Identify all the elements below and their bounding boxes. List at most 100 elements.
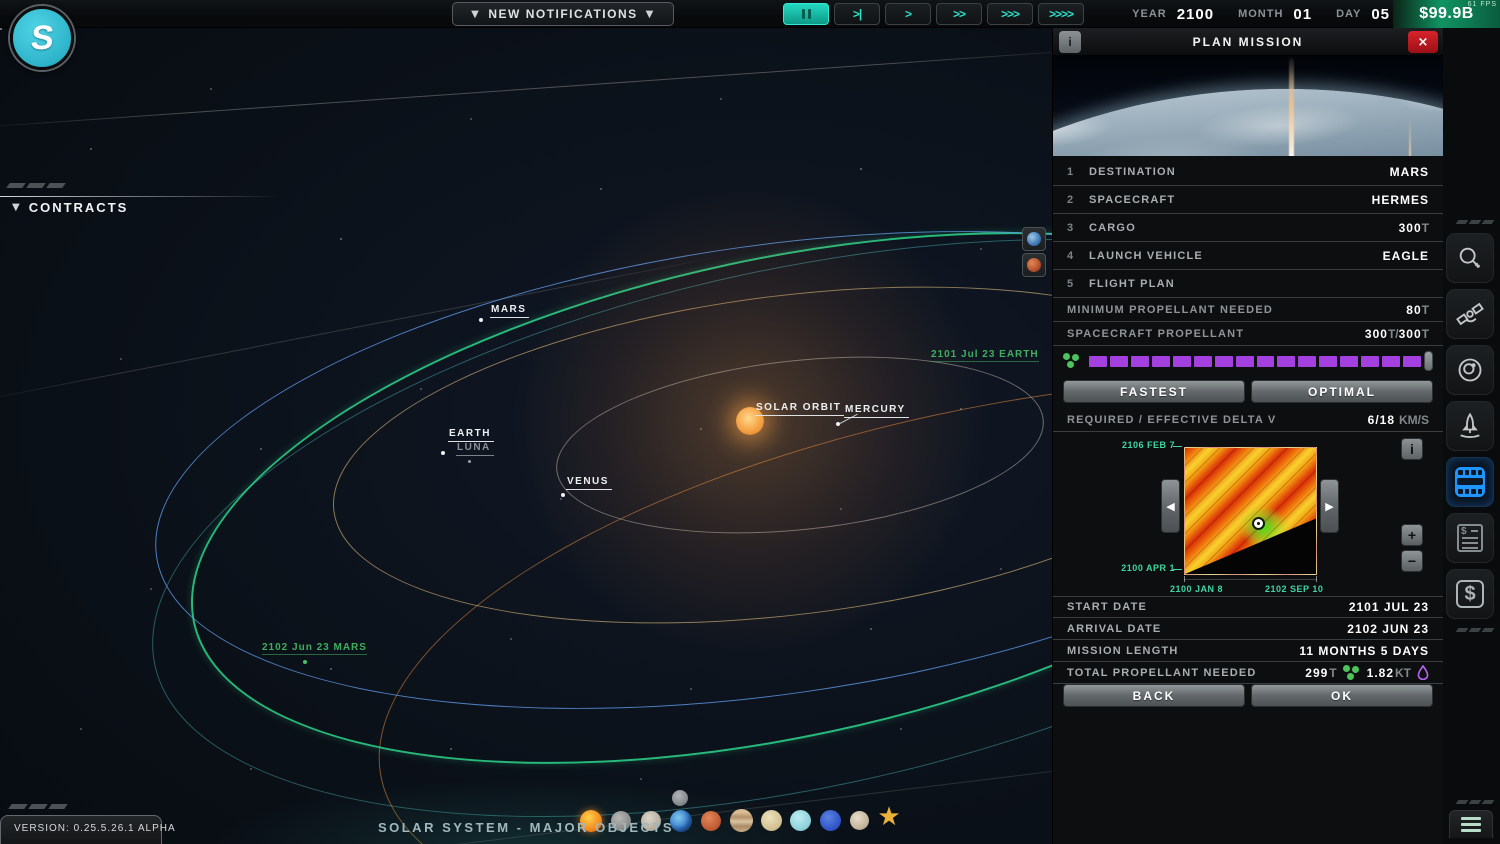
propellant-capacity-unit: T <box>1422 327 1429 341</box>
contracts-tool-button[interactable]: $ <box>1446 513 1494 563</box>
flight-mode-buttons: FASTEST OPTIMAL <box>1053 380 1443 403</box>
contracts-label: CONTRACTS <box>29 200 129 215</box>
label-earth[interactable]: EARTH <box>448 428 494 442</box>
label-venus[interactable]: VENUS <box>566 476 612 490</box>
filmstrip-icon <box>1455 467 1485 497</box>
step-number: 4 <box>1067 250 1089 262</box>
year-value: 2100 <box>1177 6 1214 23</box>
mercury-marker[interactable] <box>836 422 840 426</box>
arrival-date-row: ARRIVAL DATE 2102 JUN 23 <box>1053 618 1443 640</box>
previous-window-button[interactable]: ◀ <box>1161 479 1180 533</box>
step-day-button[interactable]: >| <box>834 3 880 25</box>
menu-button[interactable] <box>1449 810 1493 838</box>
company-logo[interactable]: S <box>10 6 74 70</box>
propellant-value: 300 <box>1365 327 1388 341</box>
moon-icon[interactable] <box>672 790 688 806</box>
speed-3-button[interactable]: >>> <box>987 3 1033 25</box>
step-launch-vehicle[interactable]: 4 LAUNCH VEHICLE EAGLE <box>1053 242 1443 270</box>
speed-2-button[interactable]: >> <box>936 3 982 25</box>
selected-transfer-marker[interactable] <box>1254 519 1263 528</box>
start-date-value: 2101 JUL 23 <box>1349 600 1429 614</box>
focus-mars-button[interactable] <box>1022 253 1046 277</box>
step-label: DESTINATION <box>1089 166 1390 178</box>
propellant-icon <box>1343 665 1361 681</box>
total-propellant-label: TOTAL PROPELLANT NEEDED <box>1067 667 1305 679</box>
delta-v-value: 6/18 <box>1368 413 1395 427</box>
finance-tool-button[interactable]: $ <box>1446 569 1494 619</box>
search-tool-button[interactable] <box>1446 233 1494 283</box>
version-label: VERSION: 0.25.5.26.1 ALPHA <box>14 823 176 834</box>
fps-counter: 61 FPS <box>1468 1 1497 8</box>
venus-marker[interactable] <box>561 493 565 497</box>
pause-button[interactable] <box>783 3 829 25</box>
step-value: EAGLE <box>1383 249 1429 263</box>
mars-marker[interactable] <box>479 318 483 322</box>
label-mars[interactable]: MARS <box>490 304 529 318</box>
play-icon: > <box>905 7 911 21</box>
ok-button[interactable]: OK <box>1251 684 1433 707</box>
earth-marker[interactable] <box>441 451 445 455</box>
menu-decor-dashes <box>1457 800 1493 804</box>
launch-tool-button[interactable] <box>1446 401 1494 451</box>
porkchop-plot[interactable] <box>1184 447 1317 575</box>
delta-v-unit: KM/S <box>1399 413 1429 427</box>
step-cargo[interactable]: 3 CARGO 300 T <box>1053 214 1443 242</box>
spacecraft-propellant-label: SPACECRAFT PROPELLANT <box>1067 328 1365 340</box>
orbit-icon <box>1456 356 1484 384</box>
mission-length-row: MISSION LENGTH 11 MONTHS 5 DAYS <box>1053 640 1443 662</box>
mars-arrival-marker[interactable] <box>303 660 307 664</box>
delta-v-row: REQUIRED / EFFECTIVE DELTA V 6/18 KM/S <box>1053 408 1443 432</box>
fastest-button[interactable]: FASTEST <box>1063 380 1245 403</box>
next-window-button[interactable]: ▶ <box>1320 479 1339 533</box>
optimal-button[interactable]: OPTIMAL <box>1251 380 1433 403</box>
label-solar-orbit[interactable]: SOLAR ORBIT <box>755 402 844 416</box>
info-button[interactable]: i <box>1059 31 1081 53</box>
satellites-tool-button[interactable] <box>1446 289 1494 339</box>
luna-marker[interactable] <box>468 460 471 463</box>
orbits-tool-button[interactable] <box>1446 345 1494 395</box>
step-destination[interactable]: 1 DESTINATION MARS <box>1053 158 1443 186</box>
rocket-plume-art <box>1289 58 1294 156</box>
step-flight-plan[interactable]: 5 FLIGHT PLAN <box>1053 270 1443 298</box>
back-button[interactable]: BACK <box>1063 684 1245 707</box>
missions-tool-button-active[interactable] <box>1446 457 1494 507</box>
zoom-out-button[interactable]: − <box>1401 550 1423 572</box>
propellant-slider[interactable] <box>1089 354 1433 368</box>
step-label: SPACECRAFT <box>1089 194 1372 206</box>
contracts-dropdown[interactable]: ▼ CONTRACTS <box>12 200 128 215</box>
arrival-date-label: ARRIVAL DATE <box>1067 623 1347 635</box>
step-spacecraft[interactable]: 2 SPACECRAFT HERMES <box>1053 186 1443 214</box>
info-icon: i <box>1410 441 1414 457</box>
label-luna[interactable]: LUNA <box>456 442 494 456</box>
speed-4-button[interactable]: >>>> <box>1038 3 1084 25</box>
axis-tick <box>1173 569 1182 570</box>
toolbar-decor-dashes <box>1457 628 1493 632</box>
porkchop-x-max-label: 2102 SEP 10 <box>1265 584 1323 594</box>
chevron-down-icon: ▼ <box>471 9 480 20</box>
slider-handle[interactable] <box>1424 351 1433 371</box>
step-unit: T <box>1422 221 1429 235</box>
funds-display[interactable]: 61 FPS $99.9B <box>1393 0 1500 28</box>
total-propellant-value: 299 <box>1305 666 1328 680</box>
porkchop-info-button[interactable]: i <box>1401 438 1423 460</box>
propellant-slider-row <box>1053 348 1443 374</box>
min-propellant-unit: T <box>1422 303 1429 317</box>
focus-earth-button[interactable] <box>1022 227 1046 251</box>
play-button[interactable]: > <box>885 3 931 25</box>
zoom-in-button[interactable]: + <box>1401 524 1423 546</box>
panel-header: PLAN MISSION i × <box>1053 28 1443 56</box>
close-button[interactable]: × <box>1408 31 1438 53</box>
fuel-droplet-icon <box>1417 665 1429 680</box>
propellant-unit: T <box>1388 327 1395 341</box>
pause-icon <box>802 9 811 19</box>
propellant-capacity: 300 <box>1399 327 1422 341</box>
notifications-label: NEW NOTIFICATIONS <box>488 7 637 21</box>
panel-actions: BACK OK <box>1053 684 1443 707</box>
notifications-button[interactable]: ▼ NEW NOTIFICATIONS ▼ <box>452 2 674 26</box>
fast-forward-icon: >>>> <box>1049 7 1073 21</box>
transfer-mars-arrival-label: 2102 Jun 23 MARS <box>262 642 367 655</box>
fast-forward-icon: >>> <box>1001 7 1019 21</box>
solar-system-map[interactable]: MARS EARTH LUNA VENUS SOLAR ORBIT MERCUR… <box>0 28 1052 844</box>
step-value: MARS <box>1390 165 1429 179</box>
toolbar-decor-dashes <box>1457 220 1493 224</box>
